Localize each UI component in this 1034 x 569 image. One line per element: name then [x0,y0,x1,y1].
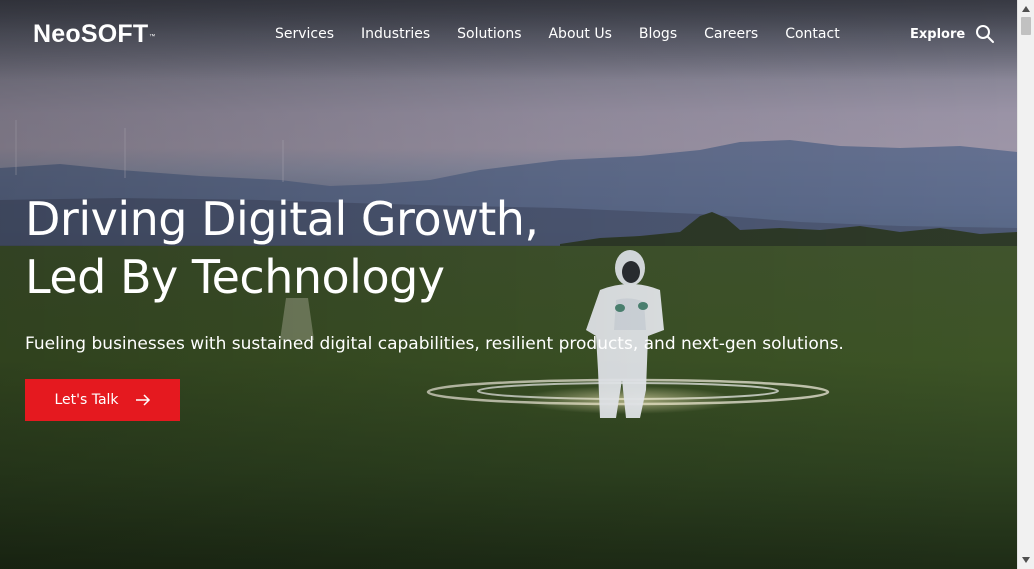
hero-section: NeoSOFT™ Services Industries Solutions A… [0,0,1017,569]
nav-item-services[interactable]: Services [275,25,334,43]
nav-item-blogs[interactable]: Blogs [639,25,677,43]
lets-talk-button[interactable]: Let's Talk [25,379,180,421]
explore-button[interactable]: Explore [910,24,995,44]
nav-item-careers[interactable]: Careers [704,25,758,43]
main-nav: Services Industries Solutions About Us B… [275,25,867,43]
nav-item-contact[interactable]: Contact [785,25,839,43]
logo-trademark: ™ [149,34,156,40]
scroll-up-arrow-icon[interactable] [1018,2,1034,16]
cta-label: Let's Talk [54,392,119,408]
search-icon[interactable] [975,24,995,44]
arrow-right-icon [135,394,151,406]
logo-text: NeoSOFT [33,20,149,48]
nav-item-about-us[interactable]: About Us [548,25,611,43]
scroll-down-arrow-icon[interactable] [1018,553,1034,567]
nav-item-solutions[interactable]: Solutions [457,25,521,43]
logo[interactable]: NeoSOFT™ [33,19,156,49]
nav-item-industries[interactable]: Industries [361,25,430,43]
page: NeoSOFT™ Services Industries Solutions A… [0,0,1034,569]
explore-label: Explore [910,26,966,42]
headline-line-2: Led By Technology [25,250,445,304]
hero-subheadline: Fueling businesses with sustained digita… [25,334,844,354]
scrollbar-thumb[interactable] [1021,17,1031,35]
vertical-scrollbar[interactable] [1017,0,1034,569]
hero-headline: Driving Digital Growth, Led By Technolog… [25,190,539,306]
headline-line-1: Driving Digital Growth, [25,192,539,246]
